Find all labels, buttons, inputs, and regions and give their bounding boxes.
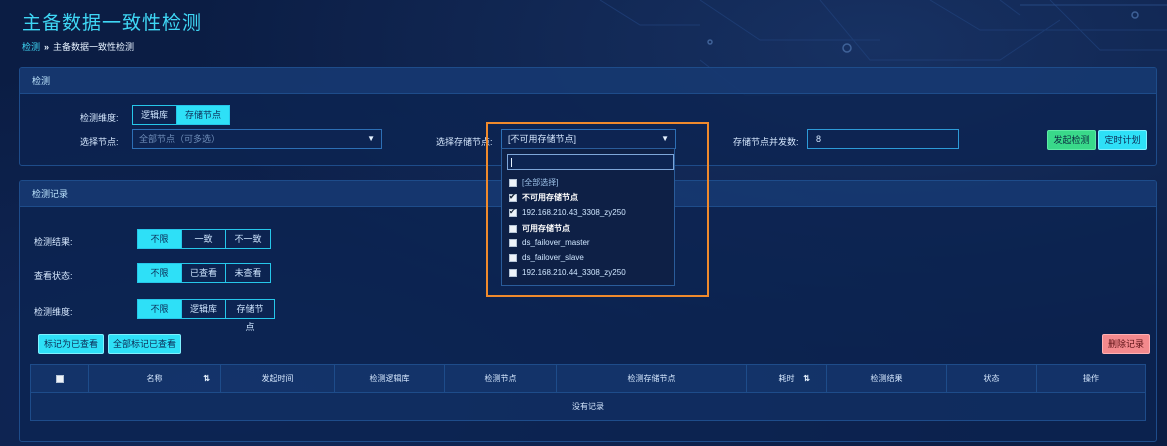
schedule-plan-button[interactable]: 定时计划 (1098, 130, 1147, 150)
table-header: 名称 ⇅ 发起时间 检测逻辑库 检测节点 检测存储节点 耗时 ⇅ 检测结果 状态… (31, 365, 1145, 393)
filter-result-option-any[interactable]: 不限 (138, 230, 182, 248)
records-table: 名称 ⇅ 发起时间 检测逻辑库 检测节点 检测存储节点 耗时 ⇅ 检测结果 状态… (30, 364, 1146, 421)
column-header-status[interactable]: 状态 (947, 365, 1037, 392)
filter-dimension-control: 不限 逻辑库 存储节点 (137, 299, 275, 332)
filter-view-option-viewed[interactable]: 已查看 (182, 264, 226, 282)
column-header-storage-node[interactable]: 检测存储节点 (557, 365, 747, 392)
breadcrumb-root-link[interactable]: 检测 (22, 40, 40, 53)
filter-view-option-unviewed[interactable]: 未查看 (226, 264, 270, 282)
chevron-down-icon: ▼ (367, 134, 375, 143)
node-select[interactable]: 全部节点（可多选） ▼ (132, 129, 382, 149)
filter-dimension-option-storage-node[interactable]: 存储节点 (226, 300, 274, 332)
sort-icon[interactable]: ⇅ (203, 365, 210, 393)
breadcrumb-separator: » (44, 41, 50, 52)
column-header-start-time[interactable]: 发起时间 (221, 365, 335, 392)
table-empty-message: 没有记录 (31, 393, 1145, 420)
column-header-actions: 操作 (1083, 374, 1099, 383)
column-header-result[interactable]: 检测结果 (827, 365, 947, 392)
column-header-duration-label: 耗时 (778, 374, 795, 383)
filter-view-control: 不限 已查看 未查看 (137, 263, 271, 283)
filter-dimension-option-logical-db[interactable]: 逻辑库 (182, 300, 226, 318)
detect-panel-title: 检测 (20, 68, 1156, 94)
storage-select-label: 选择存储节点: (436, 137, 493, 147)
dimension-option-storage-node[interactable]: 存储节点 (177, 106, 230, 124)
breadcrumb-current: 主备数据一致性检测 (53, 42, 135, 52)
select-all-checkbox[interactable] (55, 374, 64, 383)
highlight-box (486, 122, 709, 297)
breadcrumb: 检测 » 主备数据一致性检测 (22, 40, 134, 53)
dimension-label: 检测维度: (80, 113, 119, 123)
filter-result-option-inconsistent[interactable]: 不一致 (226, 230, 270, 248)
start-detect-button[interactable]: 发起检测 (1047, 130, 1096, 150)
filter-result-option-consistent[interactable]: 一致 (182, 230, 226, 248)
concurrency-input[interactable]: 8 (807, 129, 959, 149)
column-header-node[interactable]: 检测节点 (445, 365, 557, 392)
column-header-name[interactable]: 名称 ⇅ (89, 365, 221, 392)
mark-all-viewed-button[interactable]: 全部标记已查看 (108, 334, 181, 354)
filter-result-label: 检测结果: (34, 237, 73, 247)
filter-dimension-option-any[interactable]: 不限 (138, 300, 182, 318)
page-title: 主备数据一致性检测 (22, 13, 203, 34)
concurrency-label: 存储节点并发数: (733, 137, 799, 147)
filter-dimension-label: 检测维度: (34, 307, 73, 317)
node-select-placeholder: 全部节点（可多选） (139, 134, 221, 144)
select-all-checkbox-cell (31, 365, 89, 392)
node-select-label: 选择节点: (80, 137, 119, 147)
filter-view-label: 查看状态: (34, 271, 73, 281)
sort-icon[interactable]: ⇅ (803, 365, 810, 393)
filter-view-option-any[interactable]: 不限 (138, 264, 182, 282)
dimension-option-logical-db[interactable]: 逻辑库 (133, 106, 178, 124)
filter-result-control: 不限 一致 不一致 (137, 229, 271, 249)
mark-viewed-button[interactable]: 标记为已查看 (38, 334, 104, 354)
delete-records-button[interactable]: 删除记录 (1102, 334, 1150, 354)
column-header-logical-db[interactable]: 检测逻辑库 (335, 365, 445, 392)
column-header-name-label: 名称 (146, 374, 163, 383)
column-header-duration[interactable]: 耗时 ⇅ (747, 365, 827, 392)
dimension-segmented-control: 逻辑库 存储节点 (132, 105, 231, 125)
